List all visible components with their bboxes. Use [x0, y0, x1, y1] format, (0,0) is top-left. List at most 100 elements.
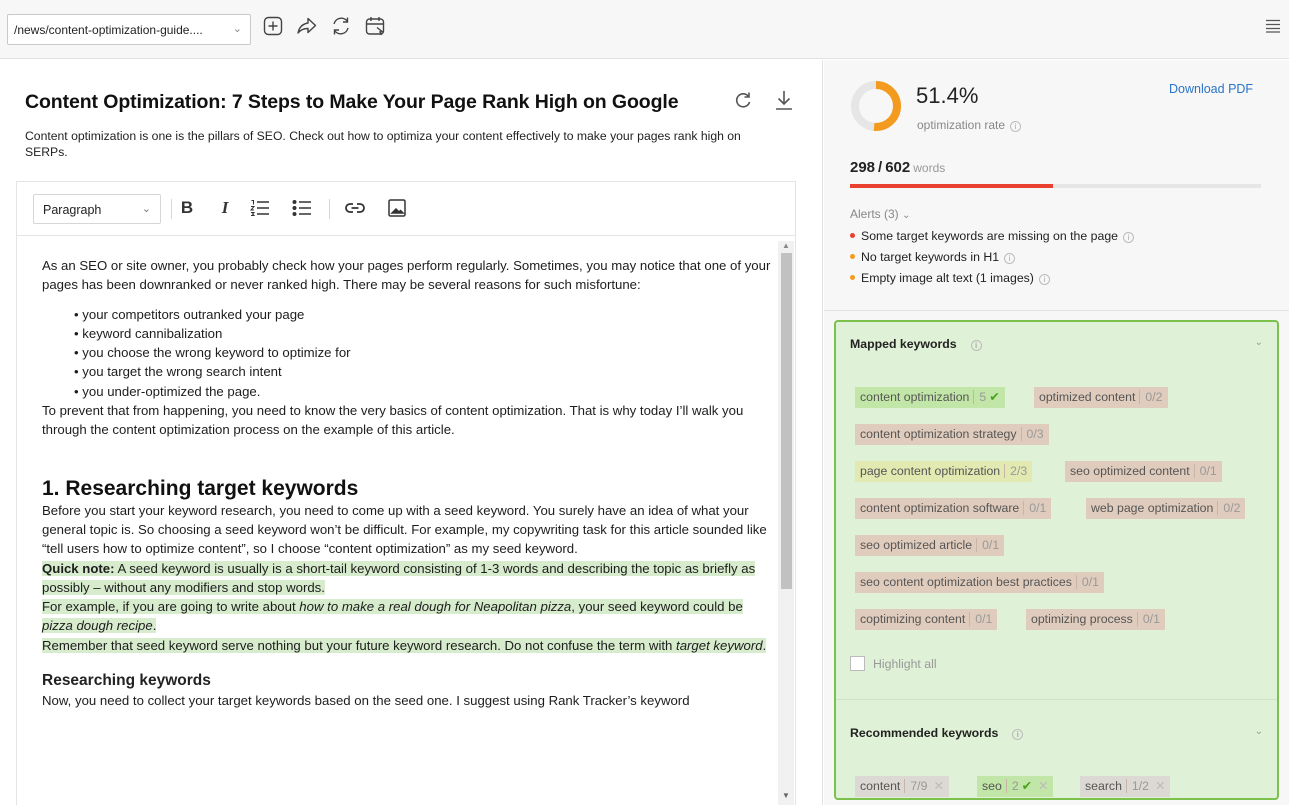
paragraph: As an SEO or site owner, you probably ch… — [42, 258, 771, 293]
keyword-chip[interactable]: coptimizing content 0/1 — [855, 609, 998, 630]
scrollbar[interactable]: ▲ ▼ — [778, 241, 794, 805]
rich-text-editor: Paragraph ⌄ B I As an SEO or site owner,… — [16, 181, 796, 805]
schedule-icon[interactable] — [364, 15, 390, 41]
image-icon[interactable] — [386, 197, 408, 219]
download-pdf-link[interactable]: Download PDF — [1169, 82, 1253, 96]
scrollbar-thumb[interactable] — [781, 253, 792, 589]
info-icon[interactable]: i — [1004, 253, 1016, 264]
recommended-keywords-header[interactable]: Recommended keywords i — [850, 726, 1024, 740]
keyword-text: optimized content — [1039, 390, 1136, 404]
remember-paragraph: Remember that seed keyword serve nothing… — [42, 636, 777, 655]
example-paragraph: For example, if you are going to write a… — [42, 597, 777, 636]
paragraph: Before you start your keyword research, … — [42, 502, 767, 557]
heading-h2: 1. Researching target keywords — [42, 476, 359, 500]
toolbar-divider — [329, 199, 330, 219]
keyword-chip[interactable]: seo 2 ✔ ✕ — [977, 776, 1054, 797]
checkbox[interactable] — [850, 656, 865, 671]
page-description[interactable]: Content optimization is one is the pilla… — [25, 128, 775, 160]
refresh-icon[interactable] — [733, 90, 753, 110]
keyword-chip[interactable]: optimizing process 0/1 — [1026, 609, 1165, 630]
top-toolbar: /news/content-optimization-guide.... ⌄ — [0, 0, 1289, 59]
block-format-select[interactable]: Paragraph ⌄ — [33, 194, 161, 224]
url-select[interactable]: /news/content-optimization-guide.... ⌄ — [7, 14, 251, 45]
list-item: you choose the wrong keyword to optimize… — [74, 343, 777, 362]
keyword-count-value: 5 — [979, 390, 987, 404]
info-icon[interactable]: i — [1010, 121, 1022, 132]
keyword-text: page content optimization — [860, 464, 1001, 478]
italic-text: pizza dough recipe — [42, 618, 153, 634]
page-title[interactable]: Content Optimization: 7 Steps to Make Yo… — [25, 91, 679, 114]
editor-pane: Content Optimization: 7 Steps to Make Yo… — [0, 60, 823, 805]
bold-icon[interactable]: B — [176, 197, 198, 219]
close-icon[interactable]: ✕ — [1038, 779, 1048, 793]
keyword-text: coptimizing content — [860, 612, 966, 626]
info-icon[interactable]: i — [1123, 232, 1135, 243]
keyword-text: web page optimization — [1091, 501, 1214, 515]
numbered-list-icon[interactable] — [249, 197, 271, 219]
bulleted-list-icon[interactable] — [291, 197, 313, 219]
words-current: 298 — [850, 159, 876, 176]
paragraph: Now, you need to collect your target key… — [42, 693, 690, 709]
italic-icon[interactable]: I — [214, 197, 236, 219]
keyword-count: 5 ✔ — [973, 390, 1000, 404]
keyword-chip[interactable]: content optimization strategy 0/3 — [855, 424, 1049, 445]
check-icon: ✔ — [1021, 779, 1032, 793]
keyword-text: content optimization strategy — [860, 427, 1017, 441]
quick-note-label: Quick note: — [42, 560, 115, 576]
keyword-chip[interactable]: seo optimized content 0/1 — [1065, 461, 1222, 482]
keyword-chip[interactable]: web page optimization 0/2 — [1086, 498, 1246, 519]
share-icon[interactable] — [296, 15, 322, 41]
optimization-rate-value: 51.4% — [916, 83, 979, 108]
keyword-chip[interactable]: optimized content 0/2 — [1034, 387, 1168, 408]
refresh-icon[interactable] — [330, 15, 356, 41]
editor-content[interactable]: As an SEO or site owner, you probably ch… — [42, 256, 777, 710]
keyword-chip[interactable]: page content optimization 2/3 — [855, 461, 1033, 482]
heading-h3: Researching keywords — [42, 672, 211, 690]
text-span: For example, if you are going to write a… — [42, 599, 300, 615]
alert-dot — [850, 254, 855, 259]
paragraph: To prevent that from happening, you need… — [42, 403, 744, 438]
keyword-chip[interactable]: search 1/2 ✕ — [1080, 776, 1171, 797]
alerts-header: Alerts (3) — [850, 207, 899, 221]
url-select-value: /news/content-optimization-guide.... — [14, 23, 203, 37]
info-icon[interactable]: i — [1038, 274, 1050, 285]
keyword-text: search — [1085, 779, 1122, 793]
menu-icon[interactable] — [1265, 19, 1281, 33]
close-icon[interactable]: ✕ — [933, 779, 943, 793]
alert-text: No target keywords in H1 — [861, 250, 1000, 264]
highlight-all-checkbox[interactable]: Highlight all — [850, 656, 937, 671]
scroll-down-icon[interactable]: ▼ — [782, 791, 790, 800]
optimization-rate-donut — [851, 81, 901, 131]
add-page-icon[interactable] — [262, 15, 288, 41]
info-icon[interactable]: i — [1012, 729, 1024, 740]
keyword-chip[interactable]: content optimization 5 ✔ — [855, 387, 1005, 408]
quick-note-text: A seed keyword is usually is a short-tai… — [42, 560, 756, 595]
alerts-toggle[interactable]: Alerts (3) ⌄ — [850, 207, 910, 221]
keyword-count: 0/1 — [976, 538, 1000, 552]
italic-text: how to make a real dough for Neapolitan … — [299, 599, 572, 615]
toolbar-divider — [171, 199, 172, 219]
mapped-keywords-title: Mapped keywords — [850, 337, 957, 351]
alert-item: Some target keywords are missing on the … — [850, 229, 1135, 243]
keyword-chip[interactable]: seo content optimization best practices 0… — [855, 572, 1105, 593]
chevron-down-icon[interactable]: ⌄ — [1255, 726, 1263, 737]
recommended-keywords-title: Recommended keywords — [850, 726, 999, 740]
keyword-text: optimizing process — [1031, 612, 1133, 626]
keyword-text: seo optimized article — [860, 538, 973, 552]
mapped-keywords-header[interactable]: Mapped keywords i — [850, 337, 982, 351]
keyword-chip[interactable]: content optimization software 0/1 — [855, 498, 1052, 519]
chevron-down-icon[interactable]: ⌄ — [1255, 337, 1263, 348]
keyword-count-value: 2 — [1011, 779, 1019, 793]
info-icon[interactable]: i — [970, 340, 982, 351]
keyword-chip[interactable]: content 7/9 ✕ — [855, 776, 949, 797]
list-item: your competitors outranked your page — [74, 305, 777, 324]
words-label: words — [913, 161, 946, 175]
keyword-text: seo content optimization best practices — [860, 575, 1072, 589]
link-icon[interactable] — [344, 197, 366, 219]
download-icon[interactable] — [774, 89, 794, 111]
keyword-chip[interactable]: seo optimized article 0/1 — [855, 535, 1005, 556]
scroll-up-icon[interactable]: ▲ — [782, 241, 790, 250]
keyword-text: seo — [982, 779, 1002, 793]
list-item: you target the wrong search intent — [74, 362, 777, 381]
close-icon[interactable]: ✕ — [1155, 779, 1165, 793]
